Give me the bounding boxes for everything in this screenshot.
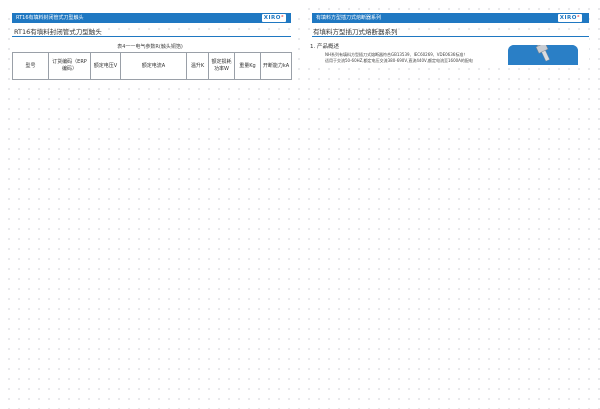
parameter-table: 型号 订货编码（ERP编码） 额定电压V 额定电流A 温升K 额定损耗功率W 重…	[12, 52, 292, 80]
table-header-cell: 温升K	[186, 52, 209, 80]
right-logo: XIRO°	[558, 14, 582, 22]
left-title-rule	[12, 36, 291, 37]
table-caption: 表4一一电气参数R(触头铜箔)	[117, 44, 183, 50]
top-margin	[0, 0, 300, 12]
left-header-bar: RT16有填料封闭管式刀型触头	[12, 13, 291, 23]
left-logo: XIRO°	[262, 14, 286, 22]
table-header-cell: 额定损耗功率W	[208, 52, 235, 80]
fuse-product-image	[508, 45, 578, 65]
left-section-title: RT16有填料封闭管式刀型触头	[14, 28, 102, 36]
right-content-area	[304, 38, 589, 66]
table-header-row: 型号 订货编码（ERP编码） 额定电压V 额定电流A 温升K 额定损耗功率W 重…	[12, 52, 292, 80]
overview-paragraph: NH系列有填料方型插刀式熔断器符合GB13539、IEC60269、VDE063…	[325, 52, 497, 64]
table-header-cell: 额定电压V	[90, 52, 121, 80]
table-header-cell: 重量Kg	[234, 52, 261, 80]
right-header-bar: 有填料方型插刀式熔断器系列	[312, 13, 589, 23]
table-header-cell: 订货编码（ERP编码）	[48, 52, 91, 80]
right-section-title: 有填料方型插刀式熔断器系列	[313, 28, 398, 36]
table-header-cell: 型号	[12, 52, 49, 80]
table-header-cell: 开断能力kA	[260, 52, 292, 80]
table-header-cell: 额定电流A	[120, 52, 187, 80]
left-page: RT16有填料封闭管式刀型触头 XIRO° RT16有填料封闭管式刀型触头 表4…	[0, 0, 300, 409]
right-title-rule	[312, 36, 589, 37]
overview-heading: 1. 产品概述	[310, 44, 339, 50]
overview-line: NH系列有填料方型插刀式熔断器符合GB13539、IEC60269、VDE063…	[325, 52, 468, 57]
product-photo	[508, 45, 578, 65]
overview-line: 适用于交流50-60HZ,额定电压交流380-690V,直流440V,额定电流至…	[325, 58, 473, 63]
